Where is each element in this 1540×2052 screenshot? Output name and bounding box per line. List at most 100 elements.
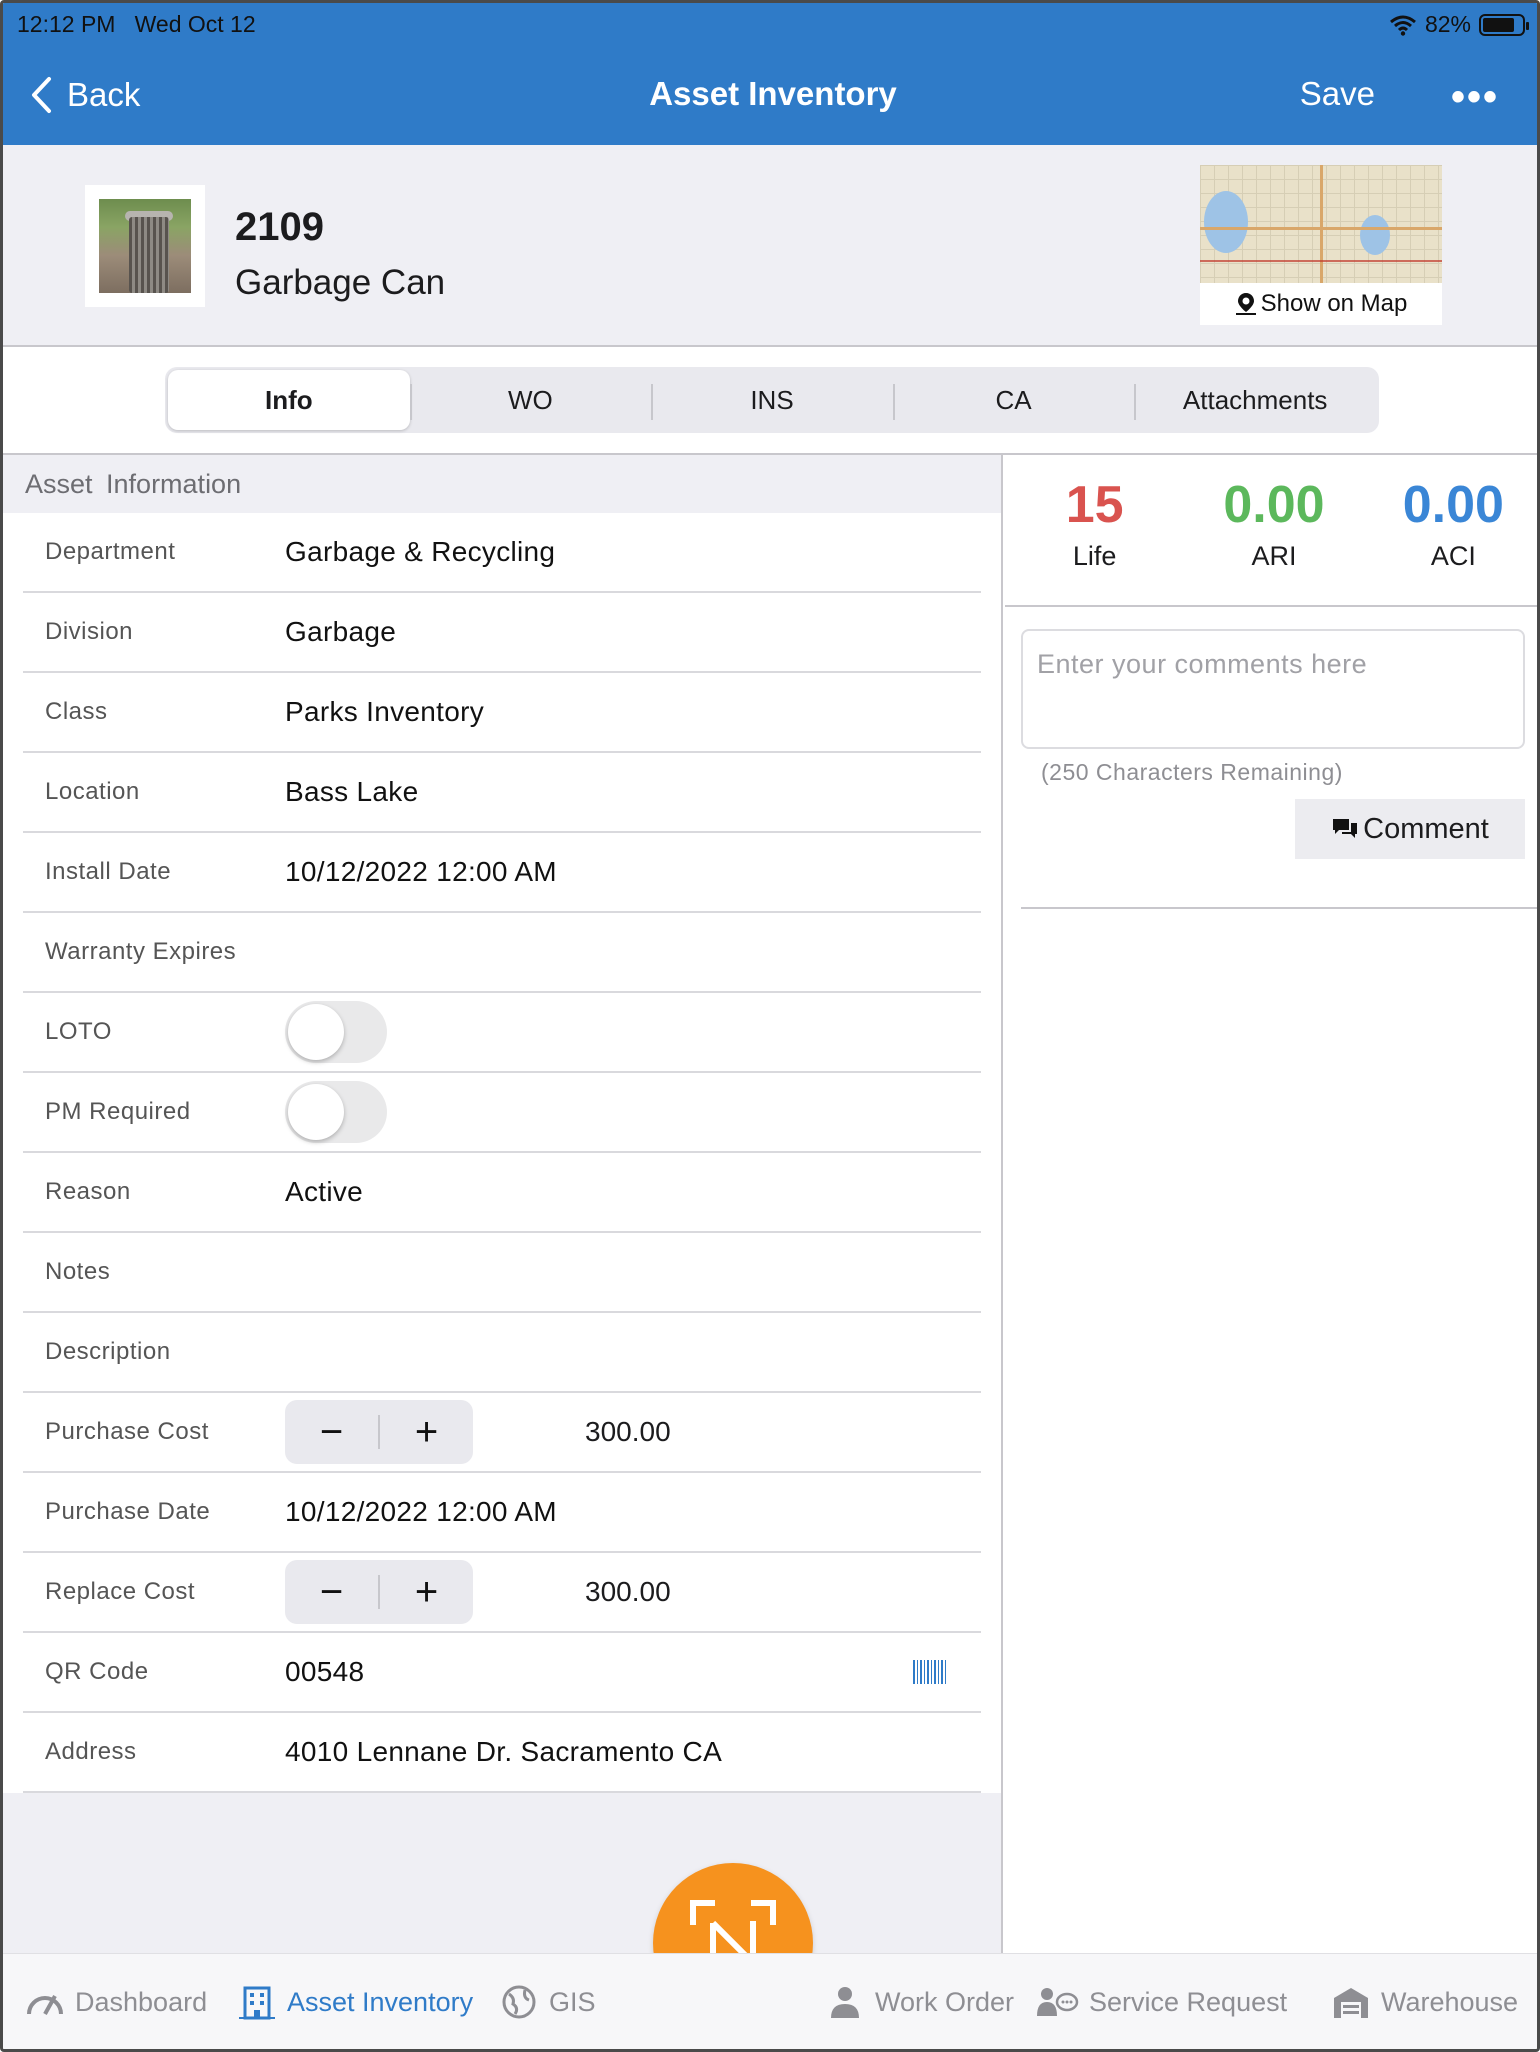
stat-aci: 0.00 ACI [1364, 455, 1537, 605]
more-options-icon[interactable]: ••• [1451, 75, 1499, 120]
stat-label: Life [1072, 541, 1117, 571]
comment-input[interactable]: Enter your comments here [1021, 629, 1525, 749]
warehouse-icon [1334, 1988, 1368, 2018]
barcode-scan-icon[interactable] [913, 1660, 947, 1684]
stat-value: 0.00 [1223, 476, 1325, 534]
tab-label: GIS [549, 1986, 596, 2017]
field-label: Replace Cost [45, 1578, 196, 1605]
bottom-tab-work-order[interactable]: Work Order [825, 1984, 1014, 2020]
row-qr-code[interactable]: QR Code 00548 [23, 1633, 981, 1713]
field-label: Description [45, 1338, 171, 1365]
can-body-shape [129, 217, 169, 293]
field-label: Class [45, 698, 108, 725]
purchase-cost-stepper: − + [285, 1400, 473, 1464]
bottom-tab-asset-inventory[interactable]: Asset Inventory [237, 1984, 473, 2020]
stat-life: 15 Life [1005, 455, 1184, 605]
row-class[interactable]: Class Parks Inventory [23, 673, 981, 753]
row-purchase-date[interactable]: Purchase Date 10/12/2022 12:00 AM [23, 1473, 981, 1553]
toggle-knob [288, 1004, 344, 1060]
map-lake [1204, 191, 1248, 253]
field-value: 4010 Lennane Dr. Sacramento CA [285, 1736, 723, 1767]
field-label: Purchase Date [45, 1498, 211, 1525]
replace-cost-stepper: − + [285, 1560, 473, 1624]
divider [1021, 907, 1537, 909]
save-button[interactable]: Save [1300, 75, 1375, 113]
field-label: PM Required [45, 1098, 191, 1125]
stat-value: 0.00 [1402, 476, 1504, 534]
field-value: Garbage & Recycling [285, 536, 556, 567]
status-bar-left: 12:12 PM Wed Oct 12 [17, 11, 256, 38]
row-address[interactable]: Address 4010 Lennane Dr. Sacramento CA [23, 1713, 981, 1793]
battery-icon [1479, 13, 1529, 36]
field-label: QR Code [45, 1658, 149, 1685]
replace-cost-value[interactable]: 300.00 [585, 1576, 671, 1608]
field-value: Garbage [285, 616, 397, 647]
comment-button[interactable]: Comment [1295, 799, 1525, 859]
tab-attachments[interactable]: Attachments [1134, 370, 1376, 430]
bottom-tab-warehouse[interactable]: Warehouse [1331, 1984, 1518, 2020]
field-list: Department Garbage & Recycling Division … [3, 513, 1001, 1793]
map-road [1320, 165, 1323, 283]
field-value: Active [285, 1176, 364, 1207]
field-label: Reason [45, 1178, 131, 1205]
row-install-date[interactable]: Install Date 10/12/2022 12:00 AM [23, 833, 981, 913]
tab-label: Asset Inventory [287, 1986, 474, 2017]
map-lake-small [1360, 215, 1390, 255]
field-label: Purchase Cost [45, 1418, 209, 1445]
bottom-tab-dashboard[interactable]: Dashboard [25, 1984, 207, 2020]
field-label: Division [45, 618, 134, 645]
decrement-button[interactable]: − [285, 1560, 378, 1624]
tab-ca[interactable]: CA [892, 370, 1135, 430]
row-replace-cost: Replace Cost − + 300.00 [23, 1553, 981, 1633]
bottom-tab-service-request[interactable]: Service Request [1035, 1984, 1287, 2020]
row-division[interactable]: Division Garbage [23, 593, 981, 673]
asset-name: Garbage Can [235, 263, 446, 302]
tab-label: Dashboard [75, 1986, 208, 2017]
purchase-cost-value[interactable]: 300.00 [585, 1416, 671, 1448]
asset-photo[interactable] [85, 185, 205, 307]
field-value: 00548 [285, 1656, 365, 1687]
stat-ari: 0.00 ARI [1184, 455, 1363, 605]
tab-ins[interactable]: INS [651, 370, 893, 430]
building-icon [239, 1986, 275, 2020]
map-road [1200, 260, 1442, 262]
row-warranty-expires[interactable]: Warranty Expires [23, 913, 981, 993]
tab-info[interactable]: Info [168, 370, 410, 430]
row-notes[interactable]: Notes [23, 1233, 981, 1313]
field-label: LOTO [45, 1018, 112, 1045]
loto-toggle[interactable] [285, 1001, 387, 1063]
tab-bar-wrapper: Info WO INS CA Attachments [3, 347, 1537, 455]
section-title: Asset Information [25, 468, 242, 499]
row-location[interactable]: Location Bass Lake [23, 753, 981, 833]
toggle-knob [288, 1084, 344, 1140]
stats-row: 15 Life 0.00 ARI 0.00 ACI [1005, 455, 1537, 607]
stat-label: ARI [1251, 541, 1297, 571]
row-pm-required: PM Required [23, 1073, 981, 1153]
pm-required-toggle[interactable] [285, 1081, 387, 1143]
decrement-button[interactable]: − [285, 1400, 378, 1464]
field-label: Location [45, 778, 140, 805]
battery-fill [1483, 17, 1515, 32]
row-description[interactable]: Description [23, 1313, 981, 1393]
bottom-tab-gis[interactable]: GIS [499, 1984, 596, 2020]
globe-icon [502, 1985, 536, 2019]
map-label-text: Show on Map [1260, 290, 1408, 317]
field-value: Bass Lake [285, 776, 419, 807]
row-department[interactable]: Department Garbage & Recycling [23, 513, 981, 593]
show-on-map-button[interactable]: Show on Map [1200, 165, 1442, 325]
chat-person-icon [1037, 1988, 1079, 2016]
map-pin-person-icon [1235, 293, 1256, 315]
stat-label: ACI [1430, 541, 1476, 571]
status-bar-right: 82% [1389, 11, 1529, 38]
field-label: Address [45, 1738, 137, 1765]
navigation-bar: Back Asset Inventory Save ••• [3, 65, 1537, 125]
increment-button[interactable]: + [380, 1560, 473, 1624]
tab-wo[interactable]: WO [409, 370, 652, 430]
row-reason[interactable]: Reason Active [23, 1153, 981, 1233]
wifi-icon [1389, 15, 1416, 36]
increment-button[interactable]: + [380, 1400, 473, 1464]
field-label: Notes [45, 1258, 111, 1285]
top-bar: 12:12 PM Wed Oct 12 82% Back Asset Inven… [3, 3, 1537, 145]
map-thumbnail [1200, 165, 1442, 283]
row-loto: LOTO [23, 993, 981, 1073]
